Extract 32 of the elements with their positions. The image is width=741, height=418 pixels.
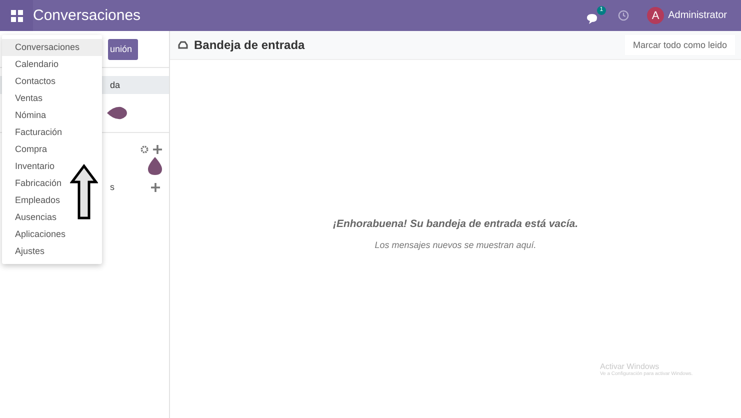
menu-item[interactable]: Conversaciones <box>2 39 102 56</box>
clock-icon[interactable] <box>618 10 630 21</box>
menu-item[interactable]: Nómina <box>2 107 70 124</box>
menu-item[interactable]: Aplicaciones <box>2 226 70 243</box>
menu-item[interactable]: Calendario <box>2 56 70 73</box>
add-icon[interactable] <box>151 182 160 192</box>
add-icon[interactable] <box>153 145 162 154</box>
user-avatar[interactable]: A <box>647 7 664 24</box>
menu-item[interactable]: Contactos <box>2 73 70 90</box>
menu-item[interactable]: Compra <box>2 141 70 158</box>
empty-inbox-text: Los mensajes nuevos se muestran aquí. <box>374 240 536 250</box>
menu-item[interactable]: Empleados <box>2 192 70 209</box>
menu-item[interactable]: Fabricación <box>2 175 70 192</box>
menu-item[interactable]: Ausencias <box>2 209 70 226</box>
inbox-icon <box>178 41 188 49</box>
app-title: Conversaciones <box>33 7 141 24</box>
drop-icon <box>106 106 128 120</box>
section-label: s <box>110 182 116 192</box>
user-name[interactable]: Administrator <box>668 10 727 21</box>
grid-icon <box>10 10 22 22</box>
settings-icon[interactable] <box>140 145 149 154</box>
inbox-title: Bandeja de entrada <box>194 38 305 52</box>
meeting-button[interactable]: unión <box>108 38 138 60</box>
menu-item[interactable]: Ajustes <box>2 243 70 260</box>
menu-item[interactable]: Facturación <box>2 124 70 141</box>
up-arrow-icon <box>70 164 98 220</box>
mark-all-read-button[interactable]: Marcar todo como leido <box>624 35 735 55</box>
menu-item[interactable]: Ventas <box>2 90 70 107</box>
drop-icon <box>147 156 163 176</box>
apps-menu-button[interactable] <box>0 0 33 31</box>
empty-inbox-title: ¡Enhorabuena! Su bandeja de entrada está vacía. <box>332 218 578 230</box>
menu-item[interactable]: Inventario <box>2 158 70 175</box>
